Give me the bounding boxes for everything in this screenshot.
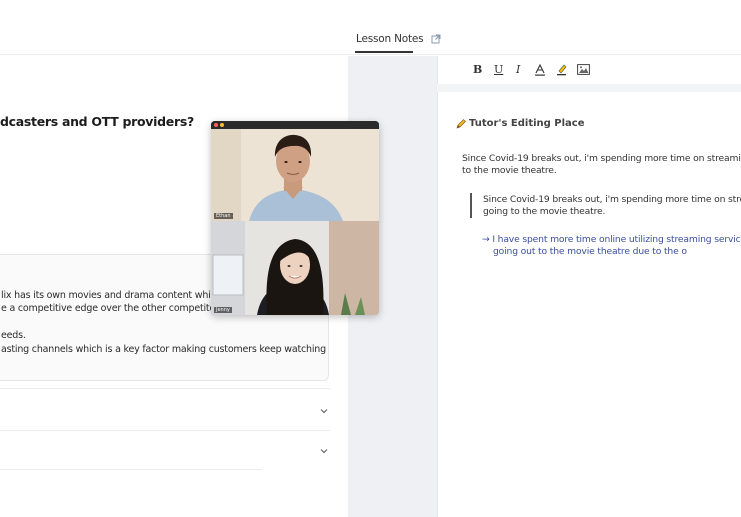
quote-line: going to the movie theatre. [483, 206, 606, 217]
participant-name-label: Ethan [214, 213, 233, 219]
bold-button[interactable]: B [473, 63, 482, 76]
tab-active-indicator [355, 51, 413, 53]
chevron-down-icon [320, 409, 328, 414]
image-icon[interactable] [577, 64, 590, 75]
accordion-row[interactable] [0, 430, 330, 470]
quote-line: Since Covid-19 breaks out, i'm spending … [483, 194, 741, 205]
answer-line: e a competitive edge over the other comp… [1, 303, 227, 314]
pencil-icon [456, 119, 466, 129]
answer-line: lix has its own movies and drama content… [1, 290, 232, 301]
video-tile-student: Jenny [211, 221, 379, 315]
chevron-down-icon [320, 449, 328, 454]
text-color-icon[interactable] [534, 64, 546, 76]
accordion-row[interactable] [0, 388, 330, 430]
top-bar: Lesson Notes [0, 0, 741, 55]
correction-line: → I have spent more time online utilizin… [482, 234, 741, 245]
highlighter-icon[interactable] [556, 63, 568, 76]
video-call-window[interactable]: Ethan Jenny [211, 121, 379, 315]
minimize-icon[interactable] [220, 123, 224, 127]
quote-bar [470, 193, 472, 218]
answer-line: asting channels which is a key factor ma… [1, 344, 326, 355]
video-tile-tutor: Ethan [211, 129, 379, 221]
participant-video [211, 221, 379, 315]
answer-line: eeds. [1, 330, 26, 341]
participant-video [211, 129, 379, 221]
toolbar-divider [437, 84, 741, 92]
editing-place-title: Tutor's Editing Place [469, 118, 585, 129]
divider [0, 469, 262, 470]
italic-button[interactable]: I [516, 63, 520, 76]
note-paragraph-line: Since Covid-19 breaks out, i'm spending … [462, 153, 741, 164]
question-heading: dcasters and OTT providers? [0, 114, 194, 129]
video-titlebar[interactable] [211, 121, 379, 129]
note-paragraph-line: to the movie theatre. [462, 165, 557, 176]
correction-line: going out to the movie theatre due to th… [493, 246, 687, 257]
close-icon[interactable] [214, 123, 218, 127]
underline-button[interactable]: U [494, 63, 503, 76]
external-link-icon[interactable] [431, 34, 441, 44]
participant-name-label: Jenny [214, 307, 232, 313]
tab-lesson-notes[interactable]: Lesson Notes [356, 33, 424, 45]
